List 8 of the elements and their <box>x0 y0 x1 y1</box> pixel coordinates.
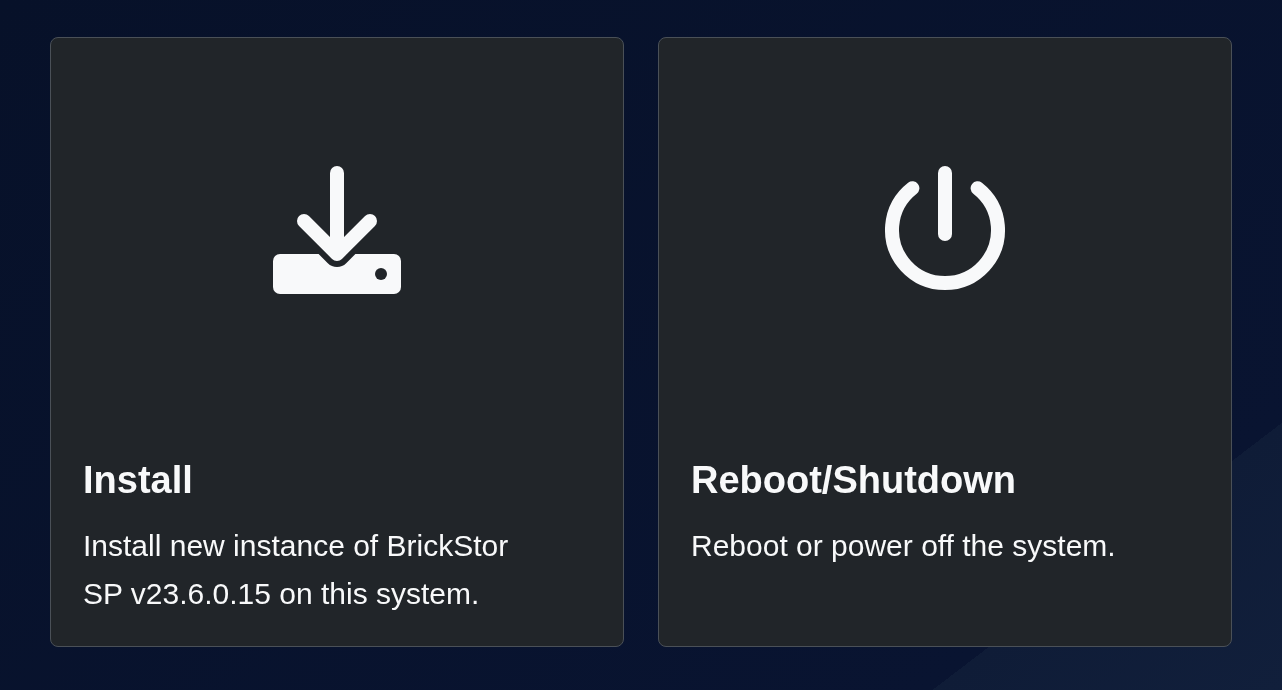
card-title: Install <box>83 458 194 502</box>
power-icon <box>884 166 1006 290</box>
option-card[interactable]: Install Install new instance of BrickStor SP v23.6.0.15 on this system. <box>50 37 624 647</box>
option-card[interactable]: Reboot/Shutdown Reboot or power off the system. <box>658 37 1232 647</box>
card-title: Reboot/Shutdown <box>691 458 1018 502</box>
download-icon <box>273 166 401 294</box>
card-description: Install new instance of BrickStor SP v23.6.0.15 on this system. <box>83 528 510 612</box>
card-description: Reboot or power off the system. <box>691 528 1117 564</box>
